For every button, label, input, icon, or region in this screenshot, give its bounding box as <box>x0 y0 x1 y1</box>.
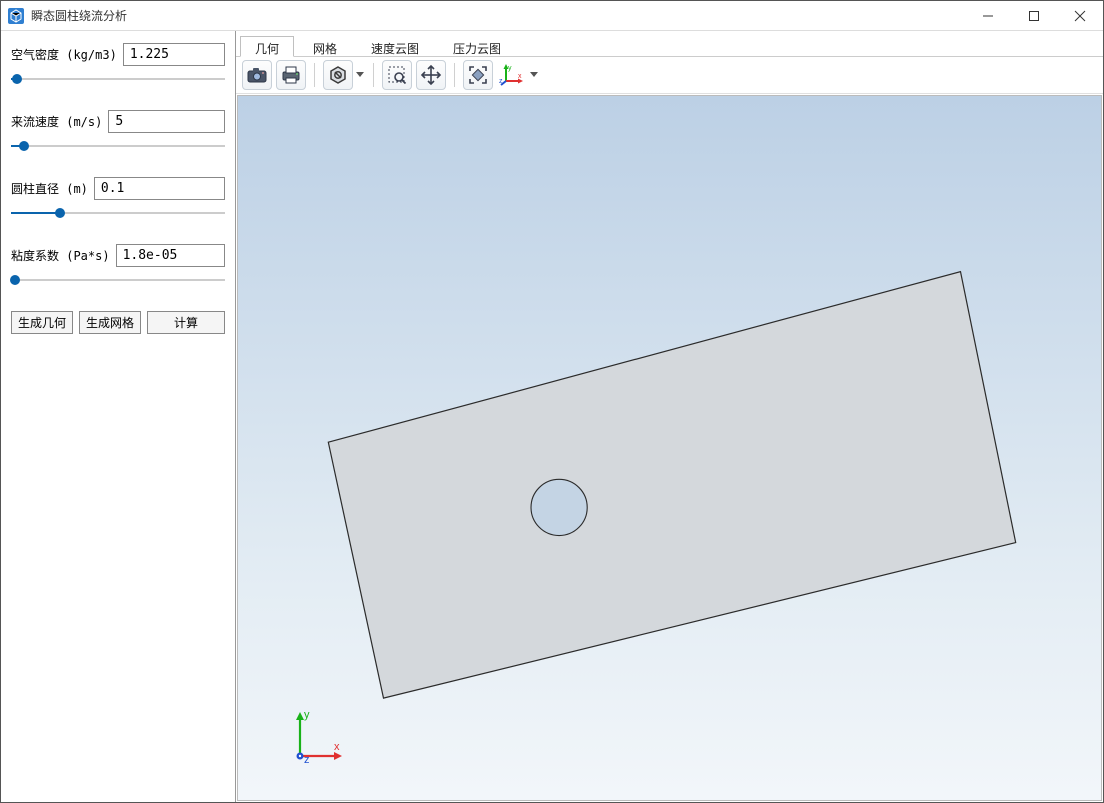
tab-pressure[interactable]: 压力云图 <box>438 36 516 57</box>
param-density: 空气密度 (kg/m3) <box>11 43 225 86</box>
viewport-3d[interactable]: y x z <box>237 95 1102 801</box>
viscosity-input[interactable] <box>116 244 225 267</box>
triad-x-label: x <box>334 741 340 753</box>
param-viscosity: 粘度系数 (Pa*s) <box>11 244 225 287</box>
axes-icon: y x z <box>499 62 525 88</box>
viscosity-slider[interactable] <box>11 273 225 287</box>
tab-velocity[interactable]: 速度云图 <box>356 36 434 57</box>
parameter-panel: 空气密度 (kg/m3) 来流速度 (m/s) 圆柱直径 (m) <box>1 31 236 802</box>
density-slider[interactable] <box>11 72 225 86</box>
generate-geometry-button[interactable]: 生成几何 <box>11 311 73 334</box>
hex-icon <box>327 64 349 86</box>
triad-z-label: z <box>304 754 310 766</box>
view-orientation-button[interactable]: y x z <box>497 60 527 90</box>
fit-icon <box>467 64 489 86</box>
tab-geometry[interactable]: 几何 <box>240 36 294 57</box>
viscosity-label: 粘度系数 (Pa*s) <box>11 247 110 264</box>
minimize-button[interactable] <box>965 1 1011 30</box>
geometry-render <box>238 96 1101 798</box>
pan-icon <box>420 64 442 86</box>
diameter-input[interactable] <box>94 177 225 200</box>
maximize-button[interactable] <box>1011 1 1057 30</box>
title-bar: 瞬态圆柱绕流分析 <box>1 1 1103 31</box>
printer-icon <box>280 64 302 86</box>
view-orientation-dropdown[interactable] <box>529 60 539 90</box>
viewport-toolbar: y x z <box>236 57 1103 94</box>
screenshot-button[interactable] <box>242 60 272 90</box>
compute-button[interactable]: 计算 <box>147 311 225 334</box>
density-label: 空气密度 (kg/m3) <box>11 46 117 63</box>
svg-text:z: z <box>499 78 503 85</box>
zoom-area-button[interactable] <box>382 60 412 90</box>
density-input[interactable] <box>123 43 225 66</box>
velocity-label: 来流速度 (m/s) <box>11 113 102 130</box>
param-diameter: 圆柱直径 (m) <box>11 177 225 220</box>
print-button[interactable] <box>276 60 306 90</box>
close-button[interactable] <box>1057 1 1103 30</box>
main-area: 几何 网格 速度云图 压力云图 <box>236 31 1103 802</box>
fit-view-button[interactable] <box>463 60 493 90</box>
app-icon <box>7 7 25 25</box>
velocity-slider[interactable] <box>11 139 225 153</box>
orientation-triad: y x z <box>276 700 346 770</box>
representation-dropdown[interactable] <box>355 60 365 90</box>
zoom-area-icon <box>386 64 408 86</box>
svg-text:y: y <box>508 65 512 72</box>
pan-button[interactable] <box>416 60 446 90</box>
window-title: 瞬态圆柱绕流分析 <box>31 7 127 24</box>
triad-y-label: y <box>304 709 310 721</box>
param-velocity: 来流速度 (m/s) <box>11 110 225 153</box>
tab-mesh[interactable]: 网格 <box>298 36 352 57</box>
diameter-label: 圆柱直径 (m) <box>11 180 88 197</box>
velocity-input[interactable] <box>108 110 225 133</box>
generate-mesh-button[interactable]: 生成网格 <box>79 311 141 334</box>
svg-text:x: x <box>518 73 522 80</box>
camera-icon <box>246 64 268 86</box>
view-tabs: 几何 网格 速度云图 压力云图 <box>236 35 1103 57</box>
diameter-slider[interactable] <box>11 206 225 220</box>
representation-button[interactable] <box>323 60 353 90</box>
